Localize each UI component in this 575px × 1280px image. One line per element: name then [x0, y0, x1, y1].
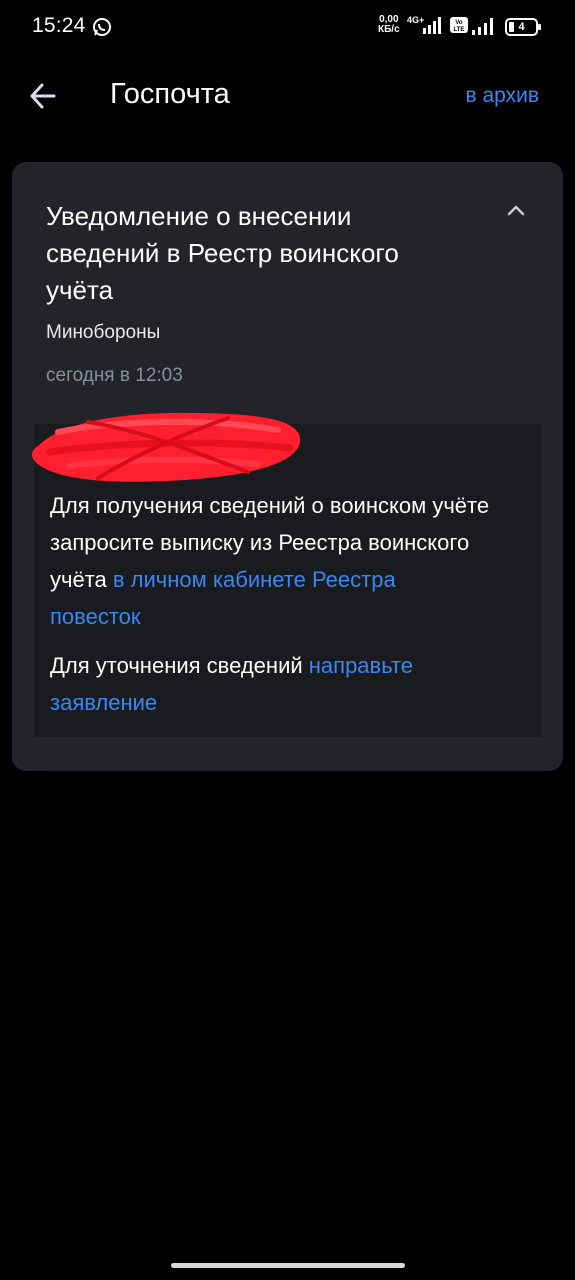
battery-icon: 4 — [505, 18, 543, 36]
whatsapp-icon — [93, 18, 111, 36]
home-indicator[interactable] — [171, 1263, 405, 1268]
message-body: Для получения сведений о воинском учёте … — [32, 412, 541, 737]
status-time: 15:24 — [32, 14, 86, 37]
signal-icon: 4G+ — [407, 15, 441, 34]
net-speed: 0,00 КБ/с — [378, 15, 400, 35]
message-paragraph-1: Для получения сведений о воинском учёте … — [50, 487, 490, 635]
network-type-label: 4G+ — [407, 15, 424, 25]
signal-icon — [472, 18, 493, 35]
svg-text:Vo: Vo — [455, 20, 463, 26]
message-paragraph-2: Для уточнения сведений направьте заявлен… — [50, 647, 490, 721]
svg-text:LTE: LTE — [454, 27, 465, 33]
message-sender: Минобороны — [46, 322, 161, 343]
volte-icon: Vo LTE — [450, 17, 468, 33]
app-header: Госпочта в архив — [0, 64, 575, 128]
message-title: Уведомление о внесении сведений в Реестр… — [46, 201, 399, 305]
battery-level: 4 — [518, 21, 525, 33]
redaction-scribble — [32, 412, 301, 482]
net-speed-unit: КБ/с — [378, 24, 400, 35]
paragraph-2-text: Для уточнения сведений — [50, 653, 309, 678]
arrow-left-icon — [30, 83, 56, 109]
message-card: Уведомление о внесении сведений в Реестр… — [12, 162, 563, 771]
message-date: сегодня в 12:03 — [46, 365, 183, 386]
chevron-up-icon[interactable] — [505, 202, 527, 218]
status-bar: 15:24 0,00 КБ/с 4G+ Vo LTE 4 — [0, 0, 575, 56]
page-title: Госпочта — [110, 78, 230, 110]
archive-button[interactable]: в архив — [466, 84, 540, 108]
back-button[interactable] — [24, 78, 64, 114]
